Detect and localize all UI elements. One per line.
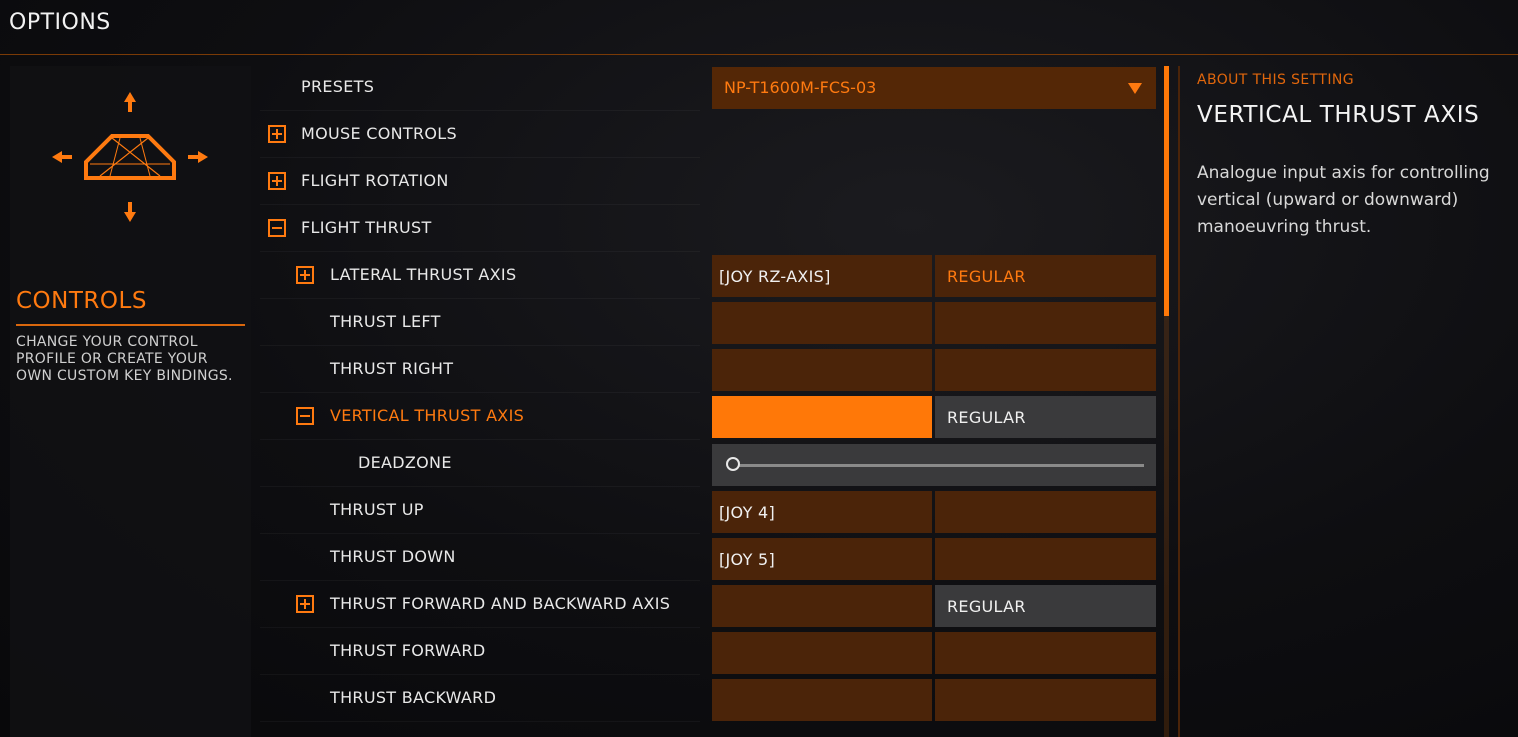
ship-icon: [52, 92, 208, 222]
arrow-up-icon: [124, 92, 136, 112]
controls-description: CHANGE YOUR CONTROL PROFILE OR CREATE YO…: [16, 334, 233, 384]
binding-primary[interactable]: [712, 679, 932, 721]
expand-icon[interactable]: [268, 125, 286, 143]
page-title: OPTIONS: [9, 10, 111, 35]
arrow-down-icon: [124, 202, 136, 222]
top-bar: OPTIONS: [0, 0, 1518, 55]
axis-mode[interactable]: REGULAR: [935, 396, 1156, 438]
row-label: THRUST RIGHT: [330, 359, 454, 378]
row-label: VERTICAL THRUST AXIS: [330, 406, 525, 425]
row-thrust-down[interactable]: THRUST DOWN: [260, 534, 700, 581]
row-vertical-thrust-axis[interactable]: VERTICAL THRUST AXIS: [260, 393, 700, 440]
row-thrust-forward-backward-axis[interactable]: THRUST FORWARD AND BACKWARD AXIS: [260, 581, 700, 628]
row-label: THRUST BACKWARD: [330, 688, 497, 707]
expand-icon[interactable]: [268, 172, 286, 190]
row-label: THRUST LEFT: [330, 312, 441, 331]
row-thrust-backward[interactable]: THRUST BACKWARD: [260, 675, 700, 722]
about-kicker: ABOUT THIS SETTING: [1197, 72, 1354, 88]
scrollbar[interactable]: [1164, 66, 1169, 737]
row-thrust-right[interactable]: THRUST RIGHT: [260, 346, 700, 393]
axis-mode[interactable]: REGULAR: [935, 255, 1156, 297]
binding-secondary[interactable]: [935, 349, 1156, 391]
row-label: DEADZONE: [358, 453, 452, 472]
row-thrust-forward[interactable]: THRUST FORWARD: [260, 628, 700, 675]
deadzone-slider[interactable]: [712, 444, 1156, 486]
dropdown-arrow-icon[interactable]: [1128, 83, 1142, 94]
preset-value: NP-T1600M-FCS-03: [724, 78, 877, 97]
binding-primary[interactable]: [712, 585, 932, 627]
binding-primary[interactable]: [712, 632, 932, 674]
row-thrust-up[interactable]: THRUST UP: [260, 487, 700, 534]
section-flight-rotation[interactable]: FLIGHT ROTATION: [260, 158, 700, 205]
binding-secondary[interactable]: [935, 632, 1156, 674]
slider-knob[interactable]: [726, 457, 740, 471]
panel-divider: [1178, 66, 1180, 737]
left-panel: CONTROLS CHANGE YOUR CONTROL PROFILE OR …: [10, 66, 251, 737]
collapse-icon[interactable]: [296, 407, 314, 425]
binding-secondary[interactable]: [935, 538, 1156, 580]
binding-secondary[interactable]: [935, 302, 1156, 344]
scrollbar-thumb[interactable]: [1164, 66, 1169, 316]
row-lateral-thrust-axis[interactable]: LATERAL THRUST AXIS: [260, 252, 700, 299]
arrow-right-icon: [188, 151, 208, 163]
slider-track[interactable]: [736, 464, 1144, 467]
controls-underline: [16, 324, 245, 326]
about-description: Analogue input axis for controlling vert…: [1197, 163, 1490, 237]
controls-title: CONTROLS: [16, 288, 147, 314]
section-mouse-controls[interactable]: MOUSE CONTROLS: [260, 111, 700, 158]
about-title: VERTICAL THRUST AXIS: [1197, 102, 1480, 128]
preset-dropdown[interactable]: NP-T1600M-FCS-03: [712, 67, 1156, 109]
row-deadzone: DEADZONE: [260, 440, 700, 487]
collapse-icon[interactable]: [268, 219, 286, 237]
section-flight-thrust[interactable]: FLIGHT THRUST: [260, 205, 700, 252]
binding-primary-selected[interactable]: [712, 396, 932, 438]
row-label: THRUST UP: [330, 500, 424, 519]
binding-primary[interactable]: [JOY RZ-AXIS]: [712, 255, 932, 297]
binding-primary[interactable]: [JOY 5]: [712, 538, 932, 580]
row-label: THRUST DOWN: [330, 547, 456, 566]
binding-secondary[interactable]: [935, 491, 1156, 533]
arrow-left-icon: [52, 151, 72, 163]
axis-mode[interactable]: REGULAR: [935, 585, 1156, 627]
row-label: FLIGHT THRUST: [301, 218, 432, 237]
binding-primary[interactable]: [712, 302, 932, 344]
expand-icon[interactable]: [296, 266, 314, 284]
row-label: MOUSE CONTROLS: [301, 124, 457, 143]
row-thrust-left[interactable]: THRUST LEFT: [260, 299, 700, 346]
row-label: THRUST FORWARD: [330, 641, 486, 660]
binding-secondary[interactable]: [935, 679, 1156, 721]
binding-primary[interactable]: [JOY 4]: [712, 491, 932, 533]
preset-row: PRESETS: [260, 64, 700, 111]
preset-label: PRESETS: [301, 77, 375, 96]
binding-primary[interactable]: [712, 349, 932, 391]
expand-icon[interactable]: [296, 595, 314, 613]
row-label: FLIGHT ROTATION: [301, 171, 449, 190]
row-label: THRUST FORWARD AND BACKWARD AXIS: [330, 594, 671, 613]
row-label: LATERAL THRUST AXIS: [330, 265, 517, 284]
